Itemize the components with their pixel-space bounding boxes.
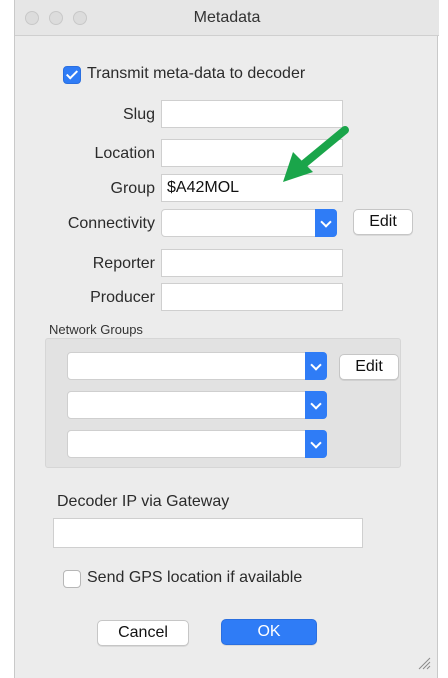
chevron-down-icon[interactable] (315, 209, 337, 237)
reporter-label: Reporter (92, 255, 155, 272)
chevron-down-icon[interactable] (305, 430, 327, 458)
slug-label: Slug (122, 106, 155, 123)
title-bar: Metadata (15, 0, 439, 36)
connectivity-select[interactable] (161, 209, 337, 237)
network-groups-label: Network Groups (49, 322, 143, 337)
gps-checkbox[interactable] (63, 570, 81, 588)
network-group-select-3[interactable] (67, 430, 327, 458)
transmit-label: Transmit meta-data to decoder (87, 65, 306, 82)
connectivity-label: Connectivity (67, 215, 155, 232)
network-group-select-2[interactable] (67, 391, 327, 419)
transmit-checkbox[interactable] (63, 66, 81, 84)
connectivity-edit-button[interactable]: Edit (353, 209, 413, 235)
check-icon (65, 67, 79, 80)
chevron-down-icon[interactable] (305, 352, 327, 380)
metadata-window: Metadata Transmit meta-data to decoder S… (14, 0, 439, 678)
network-groups-edit-button[interactable]: Edit (339, 354, 399, 380)
resize-grip-icon[interactable] (417, 656, 431, 670)
decoder-ip-input[interactable] (53, 518, 363, 548)
chevron-down-icon[interactable] (305, 391, 327, 419)
window-title: Metadata (193, 9, 261, 26)
producer-label: Producer (90, 289, 155, 306)
location-label: Location (94, 145, 156, 162)
network-group-select-1[interactable] (67, 352, 327, 380)
decoder-ip-label: Decoder IP via Gateway (57, 493, 230, 510)
gps-label: Send GPS location if available (87, 569, 303, 586)
group-label: Group (110, 180, 155, 197)
producer-input[interactable] (161, 283, 343, 311)
ok-button[interactable]: OK (221, 619, 317, 645)
cancel-button[interactable]: Cancel (97, 620, 189, 646)
green-arrow-annotation (283, 126, 349, 182)
reporter-input[interactable] (161, 249, 343, 277)
